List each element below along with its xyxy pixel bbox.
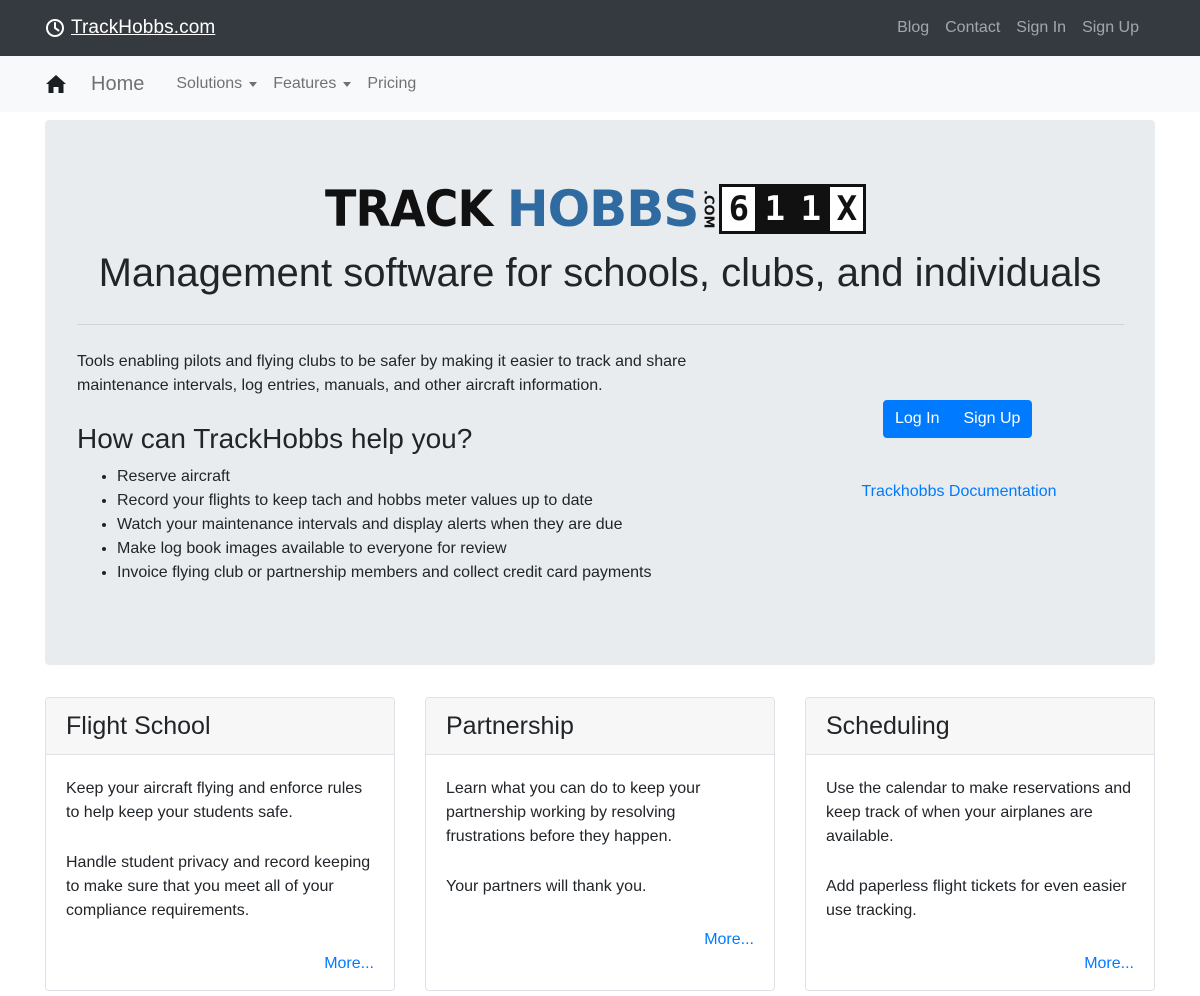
partnership-more-link[interactable]: More... <box>704 931 754 949</box>
card-title: Partnership <box>426 698 774 755</box>
chevron-down-icon <box>343 81 352 87</box>
list-item: Watch your maintenance intervals and dis… <box>117 513 651 537</box>
blog-link[interactable]: Blog <box>889 19 937 37</box>
help-heading: How can TrackHobbs help you? <box>77 423 473 454</box>
card-body: Learn what you can do to keep your partn… <box>426 755 774 990</box>
list-item: Reserve aircraft <box>117 465 651 489</box>
sign-in-link[interactable]: Sign In <box>1008 19 1074 37</box>
flight-school-card: Flight School Keep your aircraft flying … <box>45 697 395 991</box>
flight-school-more-link[interactable]: More... <box>324 955 374 973</box>
auth-button-group: Log In Sign Up <box>883 400 1033 438</box>
features-dropdown[interactable]: Features <box>265 75 359 93</box>
top-navbar: TrackHobbs.com Blog Contact Sign In Sign… <box>0 0 1200 56</box>
list-item: Invoice flying club or partnership membe… <box>117 561 651 585</box>
list-item: Record your flights to keep tach and hob… <box>117 489 651 513</box>
card-text: Your partners will thank you. <box>446 878 647 895</box>
hero-headline: Management software for schools, clubs, … <box>98 251 1102 295</box>
sign-up-link[interactable]: Sign Up <box>1074 19 1147 37</box>
logo-hobbs-text: HOBBS <box>506 180 700 238</box>
sidebar-divider <box>77 324 1124 325</box>
odometer-digit: X <box>830 187 864 231</box>
clock-icon <box>45 18 65 38</box>
odometer-digit: 1 <box>794 187 828 231</box>
hero-intro: Tools enabling pilots and flying clubs t… <box>77 353 687 394</box>
card-title: Flight School <box>46 698 394 755</box>
partnership-card: Partnership Learn what you can do to kee… <box>425 697 775 991</box>
documentation-link[interactable]: Trackhobbs Documentation <box>794 483 1124 501</box>
chevron-down-icon <box>249 81 258 87</box>
card-body: Use the calendar to make reservations an… <box>806 755 1154 990</box>
top-links: Blog Contact Sign In Sign Up <box>889 19 1147 37</box>
main-nav: Home Solutions Features Pricing <box>0 56 1200 112</box>
home-icon[interactable] <box>45 74 67 94</box>
scheduling-more-link[interactable]: More... <box>1084 955 1134 973</box>
contact-link[interactable]: Contact <box>937 19 1008 37</box>
help-list: Reserve aircraft Record your flights to … <box>117 465 651 585</box>
card-text: Handle student privacy and record keepin… <box>66 854 371 919</box>
solutions-dropdown[interactable]: Solutions <box>168 75 265 93</box>
log-in-button[interactable]: Log In <box>883 400 951 438</box>
card-body: Keep your aircraft flying and enforce ru… <box>46 755 394 990</box>
odometer-digit: 1 <box>758 187 792 231</box>
features-label: Features <box>273 75 337 92</box>
pricing-link[interactable]: Pricing <box>359 75 424 93</box>
home-link[interactable]: Home <box>91 73 144 96</box>
list-item: Make log book images available to everyo… <box>117 537 651 561</box>
odometer-icon: 6 1 1 X <box>719 184 867 234</box>
brand-link[interactable]: TrackHobbs.com <box>45 17 215 39</box>
scheduling-card: Scheduling Use the calendar to make rese… <box>805 697 1155 991</box>
logo-track-text: TRACK <box>325 180 493 238</box>
brand-name: TrackHobbs.com <box>71 17 216 38</box>
odometer-digit: 6 <box>722 187 756 231</box>
sign-up-button[interactable]: Sign Up <box>951 400 1032 438</box>
hero-jumbotron: TRACK HOBBS .COM 6 1 1 X Management soft… <box>45 120 1155 665</box>
logo-com-text: .COM <box>700 189 716 229</box>
trackhobbs-logo: TRACK HOBBS .COM 6 1 1 X <box>325 180 867 238</box>
card-text: Use the calendar to make reservations an… <box>826 780 1132 845</box>
card-text: Keep your aircraft flying and enforce ru… <box>66 780 363 821</box>
card-text: Add paperless flight tickets for even ea… <box>826 878 1127 919</box>
card-title: Scheduling <box>806 698 1154 755</box>
solutions-label: Solutions <box>176 75 243 92</box>
card-text: Learn what you can do to keep your partn… <box>446 780 701 845</box>
